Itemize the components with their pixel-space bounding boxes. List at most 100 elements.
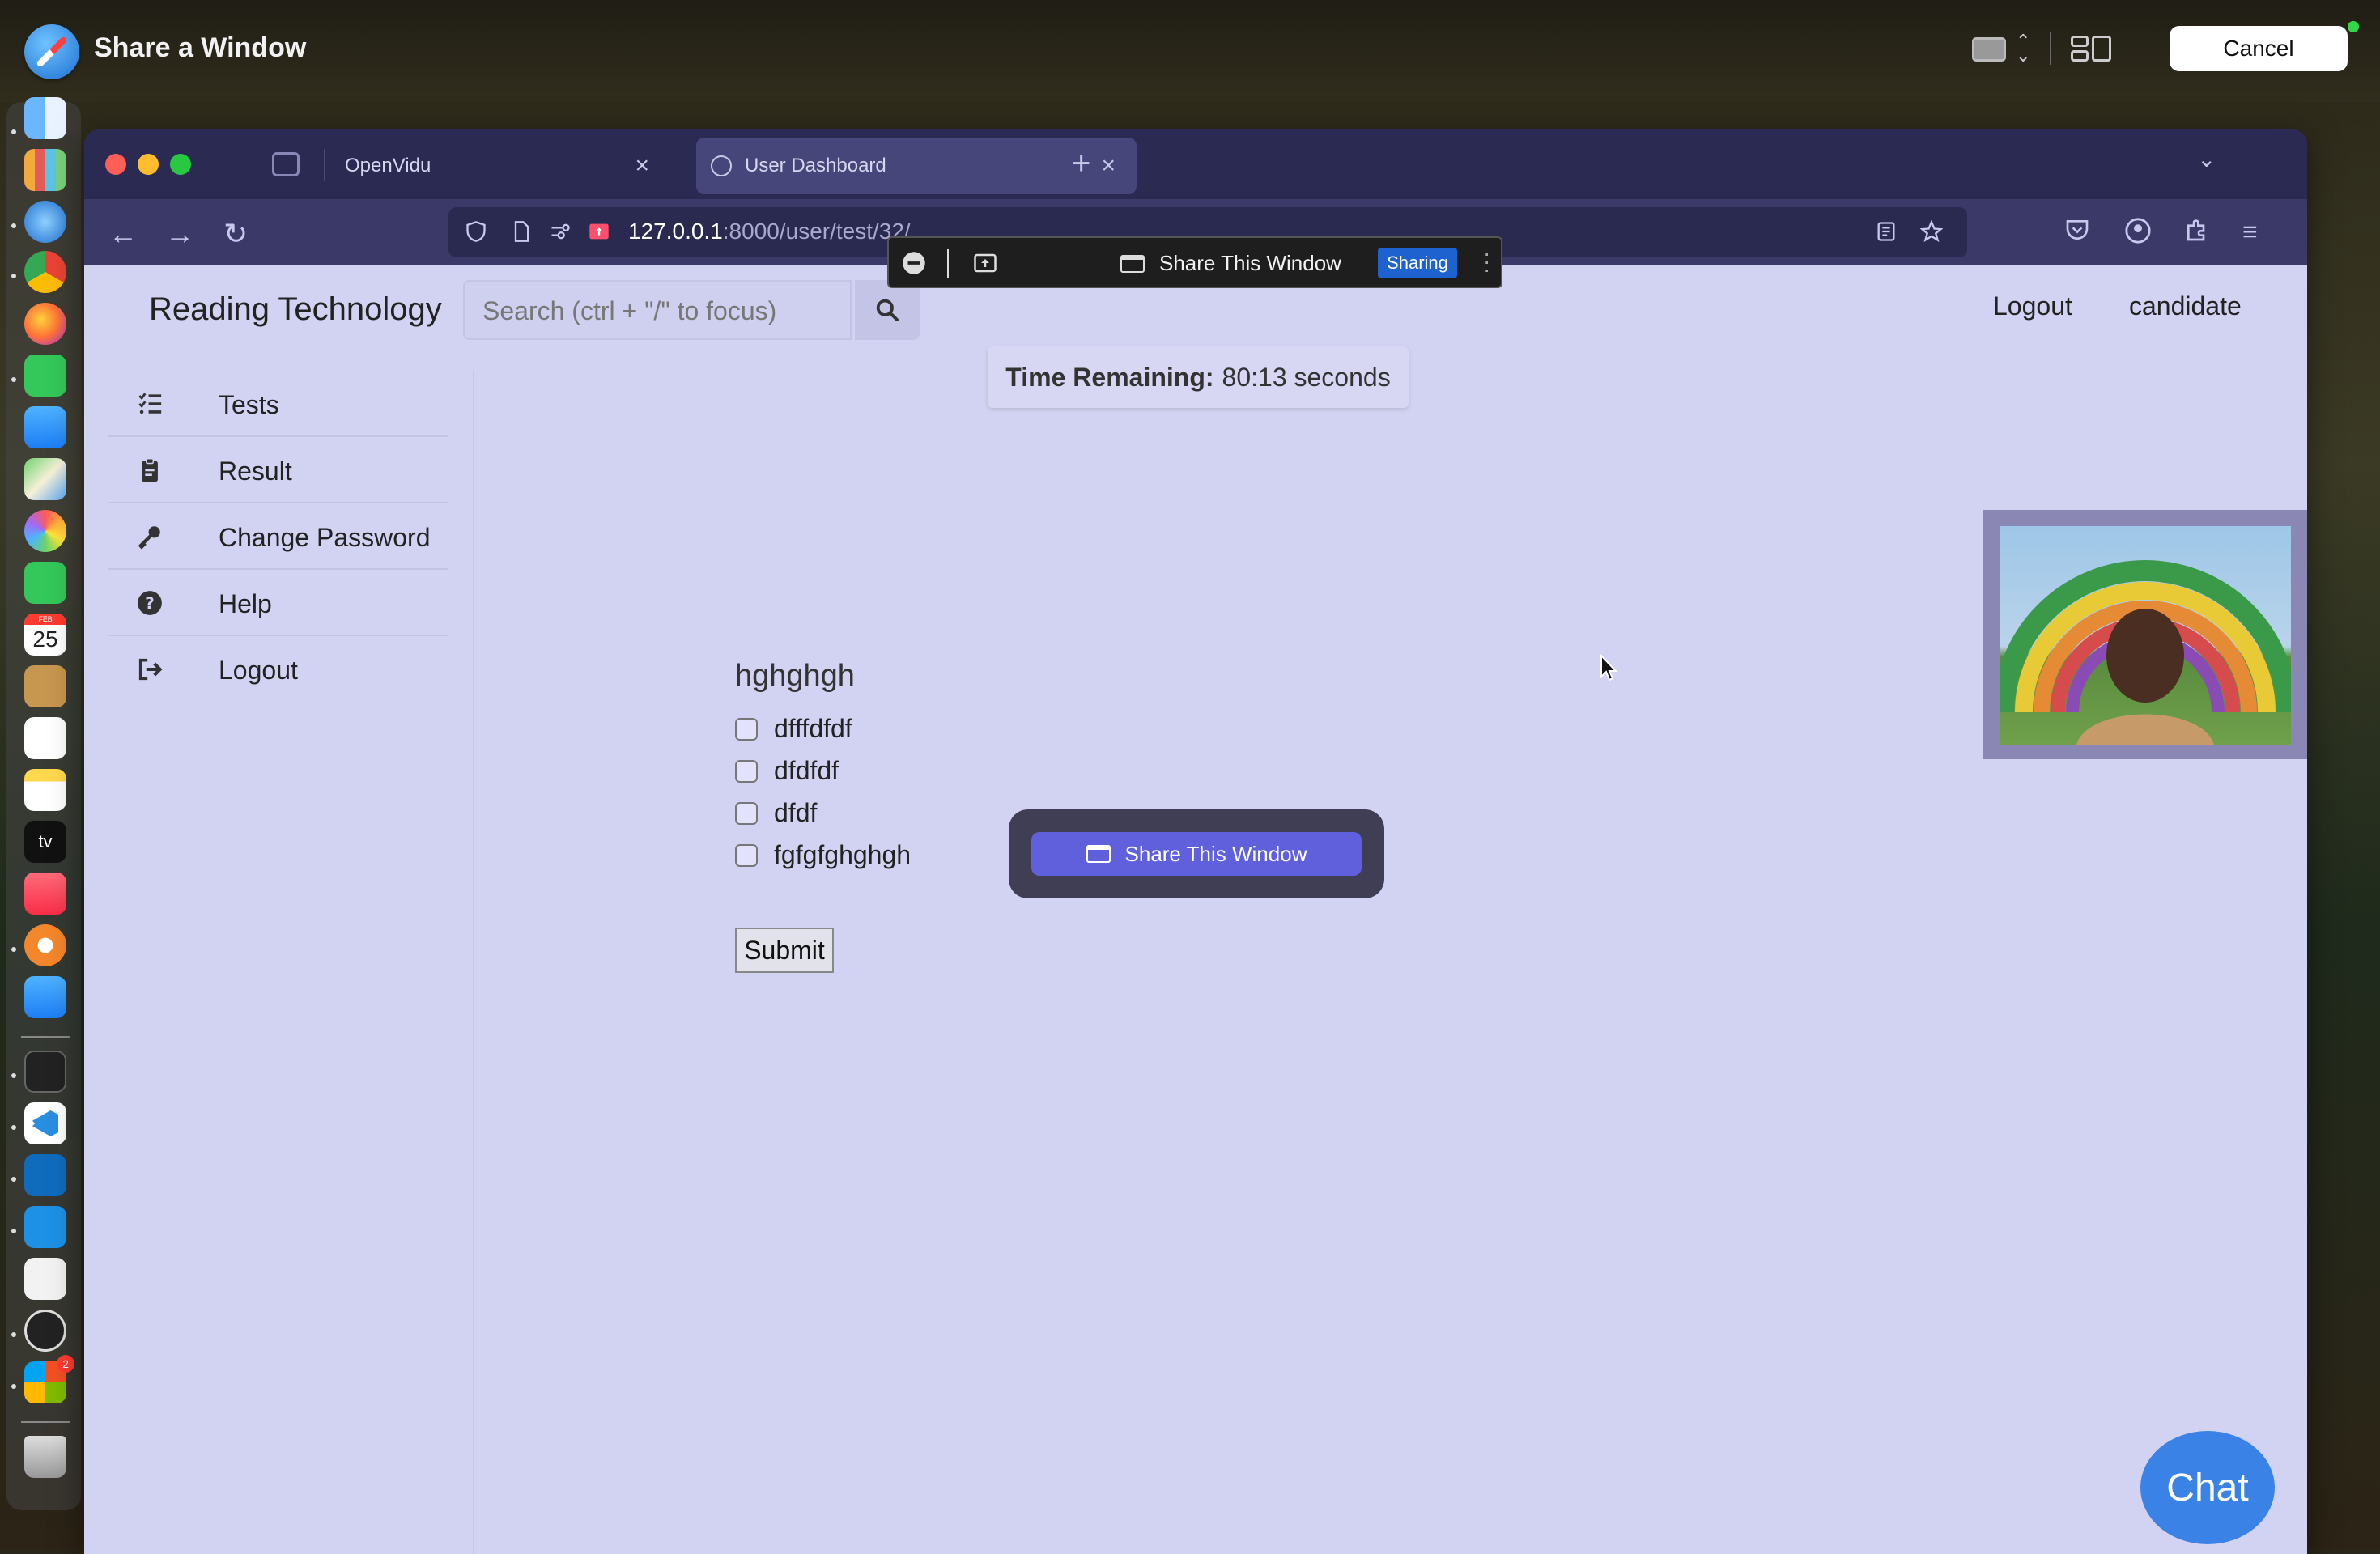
close-tab-icon[interactable]: × [1101, 152, 1116, 180]
app-store-icon[interactable] [24, 976, 66, 1018]
chrome-icon[interactable] [24, 251, 66, 293]
minimize-icon[interactable] [902, 251, 926, 275]
option-label: dfdfdf [774, 756, 839, 785]
submit-button[interactable]: Submit [735, 928, 834, 973]
facetime-icon[interactable] [24, 562, 66, 604]
firefox-icon[interactable] [24, 303, 66, 345]
sidebar: Tests Result Change Password ? Help Logo… [84, 371, 474, 1554]
sidebar-item-result[interactable]: Result [108, 437, 448, 503]
option-1[interactable]: dfffdfdf [735, 714, 852, 744]
calendar-icon[interactable]: FEB 25 [24, 614, 66, 656]
sidebar-item-label: Logout [219, 656, 298, 685]
question-circle-icon: ? [138, 591, 162, 615]
sign-out-icon [138, 658, 163, 681]
pocket-icon[interactable] [2064, 217, 2090, 243]
chevron-down-icon[interactable]: ⌄ [2197, 146, 2216, 172]
page-icon[interactable] [510, 220, 533, 243]
tab-view-icon[interactable] [272, 152, 300, 176]
option-4[interactable]: fgfgfghghgh [735, 840, 911, 870]
docker-icon[interactable] [24, 1206, 66, 1248]
option-checkbox[interactable] [735, 843, 758, 867]
brand-title[interactable]: Reading Technology [149, 291, 442, 328]
share-screen-icon[interactable] [973, 251, 997, 275]
notification-badge: 2 [57, 1355, 74, 1373]
trash-icon[interactable] [24, 1436, 66, 1478]
sidebar-item-tests[interactable]: Tests [108, 371, 448, 437]
permissions-icon[interactable] [549, 220, 572, 243]
finder-icon[interactable] [24, 97, 66, 139]
obs-icon[interactable] [24, 1310, 66, 1352]
bookmark-star-icon[interactable] [1920, 220, 1943, 243]
chat-button[interactable]: Chat [2140, 1431, 2275, 1544]
back-arrow-icon[interactable]: ← [108, 217, 138, 251]
question-title: hghghgh [735, 659, 855, 693]
reload-icon[interactable]: ↻ [223, 217, 248, 251]
share-this-window-button[interactable]: Share This Window [1031, 832, 1362, 876]
messages-icon[interactable] [24, 355, 66, 397]
close-tab-icon[interactable]: × [635, 152, 649, 180]
option-label: dfffdfdf [774, 714, 852, 743]
key-icon [138, 526, 160, 550]
option-3[interactable]: dfdf [735, 798, 817, 828]
search-button[interactable] [855, 280, 920, 340]
clipboard-icon [142, 458, 158, 482]
photos-icon[interactable] [24, 510, 66, 552]
forward-arrow-icon[interactable]: → [165, 217, 194, 251]
textedit-icon[interactable] [24, 1258, 66, 1300]
share-bar-title: Share a Window [94, 32, 307, 63]
chrome-beta-icon[interactable] [24, 924, 66, 966]
drag-handle-icon[interactable]: · · · [1483, 242, 1490, 281]
account-icon[interactable] [2124, 217, 2152, 244]
window-mode-icon[interactable] [1972, 37, 2006, 62]
launchpad-icon[interactable] [24, 149, 66, 191]
share-window-modal: Share This Window [1009, 809, 1384, 898]
notes-icon[interactable] [24, 769, 66, 811]
shield-icon[interactable] [465, 220, 487, 243]
minimize-window-button[interactable] [138, 154, 159, 175]
search-input[interactable]: Search (ctrl + "/" to focus) [463, 280, 852, 340]
window-icon [1086, 845, 1111, 863]
reminders-icon[interactable] [24, 717, 66, 759]
safari-icon[interactable] [24, 201, 66, 243]
music-icon[interactable] [24, 873, 66, 915]
tab-strip: OpenVidu × User Dashboard × + ⌄ [84, 130, 2307, 199]
camera-indicator-icon [2348, 21, 2359, 32]
extensions-icon[interactable] [2184, 217, 2210, 243]
cancel-button[interactable]: Cancel [2170, 26, 2348, 71]
option-checkbox[interactable] [735, 759, 758, 783]
sharing-status-badge[interactable]: Sharing [1378, 248, 1457, 278]
option-label: fgfgfghghgh [774, 840, 912, 869]
tab-user-dashboard[interactable]: User Dashboard × [696, 138, 1137, 194]
outlook-icon[interactable] [24, 1154, 66, 1196]
option-2[interactable]: dfdfdf [735, 756, 839, 786]
url-text[interactable]: 127.0.0.1:8000/user/test/32/ [628, 219, 911, 244]
logout-link[interactable]: Logout [1993, 291, 2072, 321]
option-label: dfdf [774, 798, 818, 827]
share-window-bar: Share a Window ⌃ ⌄ Cancel [0, 0, 2380, 102]
terminal-icon[interactable] [24, 1051, 66, 1093]
tab-label: User Dashboard [745, 155, 886, 176]
sidebar-item-label: Change Password [219, 523, 431, 552]
menu-icon[interactable]: ≡ [2242, 217, 2258, 247]
option-checkbox[interactable] [735, 801, 758, 825]
sidebar-item-label: Help [219, 589, 272, 618]
dashboard-page: Reading Technology Search (ctrl + "/" to… [84, 265, 2307, 1554]
maximize-window-button[interactable] [170, 154, 191, 175]
new-tab-button[interactable]: + [1072, 146, 1090, 182]
close-window-button[interactable] [105, 154, 126, 175]
apple-tv-icon[interactable]: tv [24, 821, 66, 863]
screen-share-icon[interactable] [588, 220, 610, 243]
window-layout-icon[interactable] [2071, 36, 2111, 63]
vscode-icon[interactable] [24, 1102, 66, 1144]
chevron-updown-icon[interactable]: ⌃ ⌄ [2016, 32, 2030, 65]
svg-text:?: ? [145, 594, 155, 613]
reader-view-icon[interactable] [1875, 220, 1898, 243]
user-menu[interactable]: candidate [2129, 291, 2242, 321]
maps-icon[interactable] [24, 458, 66, 500]
sidebar-item-logout[interactable]: Logout [108, 636, 448, 701]
sidebar-item-help[interactable]: ? Help [108, 570, 448, 636]
mail-icon[interactable] [24, 406, 66, 448]
sidebar-item-change-password[interactable]: Change Password [108, 503, 448, 570]
contacts-icon[interactable] [24, 665, 66, 707]
option-checkbox[interactable] [735, 717, 758, 741]
